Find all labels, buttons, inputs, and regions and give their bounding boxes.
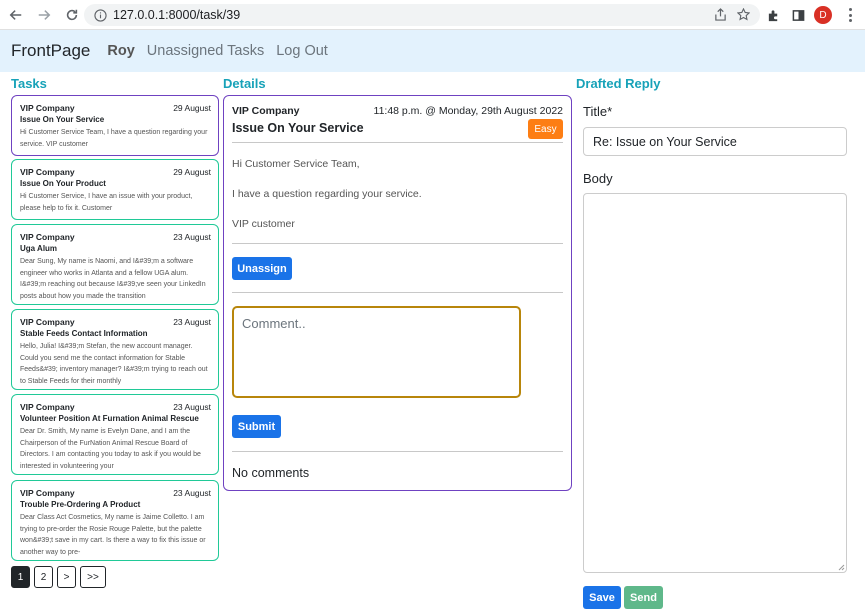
site-info-icon[interactable] <box>94 8 107 22</box>
back-icon[interactable] <box>4 3 28 27</box>
last-page-button[interactable]: >> <box>80 566 106 588</box>
task-card[interactable]: VIP Company 23 August Trouble Pre-Orderin… <box>11 480 219 561</box>
details-timestamp: 11:48 p.m. @ Monday, 29th August 2022 <box>373 105 563 117</box>
message-signature: VIP customer <box>232 218 295 230</box>
browser-toolbar: 127.0.0.1:8000/task/39 D <box>0 0 865 30</box>
task-company: VIP Company <box>20 232 75 242</box>
task-preview: Hi Customer Service Team, I have a quest… <box>20 129 208 148</box>
no-comments-text: No comments <box>232 466 310 480</box>
task-preview: Dear Dr. Smith, My name is Evelyn Dane, … <box>20 428 201 470</box>
unassigned-tasks-link[interactable]: Unassigned Tasks <box>147 43 264 59</box>
tasks-heading: Tasks <box>11 76 47 91</box>
send-button[interactable]: Send <box>624 586 663 609</box>
unassign-button[interactable]: Unassign <box>232 257 292 280</box>
task-preview: Hi Customer Service, I have an issue wit… <box>20 193 193 212</box>
reply-body-textarea[interactable] <box>583 193 847 573</box>
bookmark-star-icon[interactable] <box>737 8 750 21</box>
next-page-button[interactable]: > <box>57 566 76 588</box>
divider <box>232 292 563 293</box>
details-company: VIP Company <box>232 105 300 117</box>
message-line: I have a question regarding your service… <box>232 188 422 200</box>
page-1-button[interactable]: 1 <box>11 566 30 588</box>
pagination: 1 2 > >> <box>11 566 106 588</box>
app-navbar: FrontPage Roy Unassigned Tasks Log Out <box>0 30 865 72</box>
divider <box>232 243 563 244</box>
task-title: Uga Alum <box>20 244 58 253</box>
resize-handle-icon[interactable] <box>838 564 845 571</box>
details-title: Issue On Your Service <box>232 121 364 135</box>
task-company: VIP Company <box>20 167 75 177</box>
task-preview: Hello, Julia! I&#39;m Stefan, the new ac… <box>20 343 208 385</box>
message-greeting: Hi Customer Service Team, <box>232 158 360 170</box>
browser-menu-icon[interactable] <box>842 7 858 23</box>
profile-avatar[interactable]: D <box>814 6 832 24</box>
task-preview: Dear Sung, My name is Naomi, and I&#39;m… <box>20 258 206 300</box>
difficulty-badge: Easy <box>528 119 563 139</box>
task-title: Issue On Your Service <box>20 115 105 124</box>
task-card[interactable]: VIP Company 23 August Volunteer Position … <box>11 394 219 475</box>
page-2-button[interactable]: 2 <box>34 566 53 588</box>
side-panel-icon[interactable] <box>788 5 808 25</box>
task-company: VIP Company <box>20 402 75 412</box>
save-button[interactable]: Save <box>583 586 621 609</box>
task-company: VIP Company <box>20 317 75 327</box>
forward-icon[interactable] <box>32 3 56 27</box>
submit-button[interactable]: Submit <box>232 415 281 438</box>
task-title: Trouble Pre-Ordering A Product <box>20 500 141 509</box>
user-link[interactable]: Roy <box>107 43 134 59</box>
task-preview: Dear Class Act Cosmetics, My name is Jai… <box>20 514 206 556</box>
task-date: 23 August <box>173 402 211 412</box>
task-card[interactable]: VIP Company 29 August Issue On Your Produ… <box>11 159 219 220</box>
task-title: Stable Feeds Contact Information <box>20 329 148 338</box>
brand-link[interactable]: FrontPage <box>11 41 90 61</box>
task-company: VIP Company <box>20 103 75 113</box>
reload-icon[interactable] <box>60 3 84 27</box>
details-heading: Details <box>223 76 266 91</box>
body-label: Body <box>583 171 613 186</box>
share-icon[interactable] <box>714 8 727 21</box>
divider <box>232 142 563 143</box>
task-title: Issue On Your Product <box>20 179 106 188</box>
task-card[interactable]: VIP Company 23 August Uga Alum Dear Sung,… <box>11 224 219 305</box>
url-text: 127.0.0.1:8000/task/39 <box>113 8 241 22</box>
task-title: Volunteer Position At Furnation Animal R… <box>20 414 199 423</box>
logout-link[interactable]: Log Out <box>276 43 328 59</box>
details-card: VIP Company 11:48 p.m. @ Monday, 29th Au… <box>223 95 572 491</box>
task-date: 23 August <box>173 488 211 498</box>
extensions-icon[interactable] <box>763 5 783 25</box>
divider <box>232 451 563 452</box>
task-card[interactable]: VIP Company 29 August Issue On Your Servi… <box>11 95 219 156</box>
comment-input[interactable]: Comment.. <box>232 306 521 398</box>
task-date: 23 August <box>173 317 211 327</box>
drafted-reply-heading: Drafted Reply <box>576 76 661 91</box>
task-date: 29 August <box>173 103 211 113</box>
task-company: VIP Company <box>20 488 75 498</box>
reply-title-input[interactable]: Re: Issue on Your Service <box>583 127 847 156</box>
task-card[interactable]: VIP Company 23 August Stable Feeds Contac… <box>11 309 219 390</box>
task-date: 29 August <box>173 167 211 177</box>
task-date: 23 August <box>173 232 211 242</box>
title-label: Title* <box>583 104 613 119</box>
address-bar[interactable]: 127.0.0.1:8000/task/39 <box>84 4 760 26</box>
